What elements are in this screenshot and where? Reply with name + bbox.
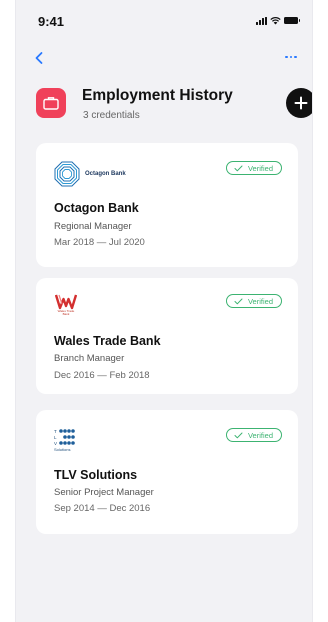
tlv-logo-icon: T L V — [54, 429, 75, 446]
back-button[interactable] — [30, 48, 50, 68]
page-title: Employment History — [82, 87, 233, 104]
status-time: 9:41 — [38, 14, 65, 29]
verified-label: Verified — [247, 163, 273, 173]
wales-logo-icon — [55, 294, 77, 310]
logo-text: Octagon Bank — [85, 171, 126, 177]
company-name: Wales Trade Bank — [54, 334, 161, 348]
octagon-logo-icon — [54, 161, 80, 187]
verified-badge: Verified — [225, 294, 282, 308]
briefcase-icon — [36, 88, 66, 118]
company-name: TLV Solutions — [54, 468, 138, 482]
company-logo: T L V Solutions — [54, 428, 82, 452]
company-logo: Octagon Bank — [54, 161, 126, 187]
cellular-signal-icon — [256, 16, 267, 25]
add-credential-button[interactable] — [286, 88, 312, 118]
status-bar: 9:41 — [16, 0, 312, 40]
credential-card-octagon-bank[interactable]: Octagon Bank Verified Octagon Bank Regio… — [36, 143, 298, 267]
employment-dates: Dec 2016 — Feb 2018 — [54, 370, 150, 381]
status-icons — [256, 16, 300, 25]
company-logo: Wales Trade Bank — [54, 294, 78, 316]
battery-icon — [284, 17, 300, 24]
plus-icon — [294, 96, 308, 110]
svg-text:T: T — [54, 429, 57, 434]
credential-card-tlv-solutions[interactable]: T L V Solutions Verified TLV Solutions S… — [36, 410, 298, 534]
job-role: Senior Project Manager — [54, 487, 154, 498]
checkmark-icon — [234, 432, 243, 438]
svg-text:V: V — [54, 441, 57, 446]
company-name: Octagon Bank — [54, 201, 139, 215]
wifi-icon — [270, 17, 281, 25]
employment-dates: Sep 2014 — Dec 2016 — [54, 503, 151, 514]
checkmark-icon — [234, 298, 243, 304]
more-button[interactable] — [280, 48, 302, 66]
phone-screen: 9:41 Employment History 3 credentials Oc… — [15, 0, 313, 622]
verified-badge: Verified — [225, 161, 282, 175]
svg-text:L: L — [54, 435, 57, 440]
verified-label: Verified — [247, 430, 273, 440]
logo-text: Wales Trade Bank — [57, 309, 75, 316]
job-role: Regional Manager — [54, 221, 132, 232]
logo-text: Solutions — [54, 447, 71, 452]
verified-badge: Verified — [225, 428, 282, 442]
chevron-left-icon — [35, 52, 43, 64]
verified-label: Verified — [247, 296, 273, 306]
more-horizontal-icon — [285, 55, 288, 59]
employment-dates: Mar 2018 — Jul 2020 — [54, 237, 145, 248]
credentials-count: 3 credentials — [83, 110, 140, 121]
credential-card-wales-trade-bank[interactable]: Wales Trade Bank Verified Wales Trade Ba… — [36, 278, 298, 394]
checkmark-icon — [234, 165, 243, 171]
job-role: Branch Manager — [54, 353, 125, 364]
